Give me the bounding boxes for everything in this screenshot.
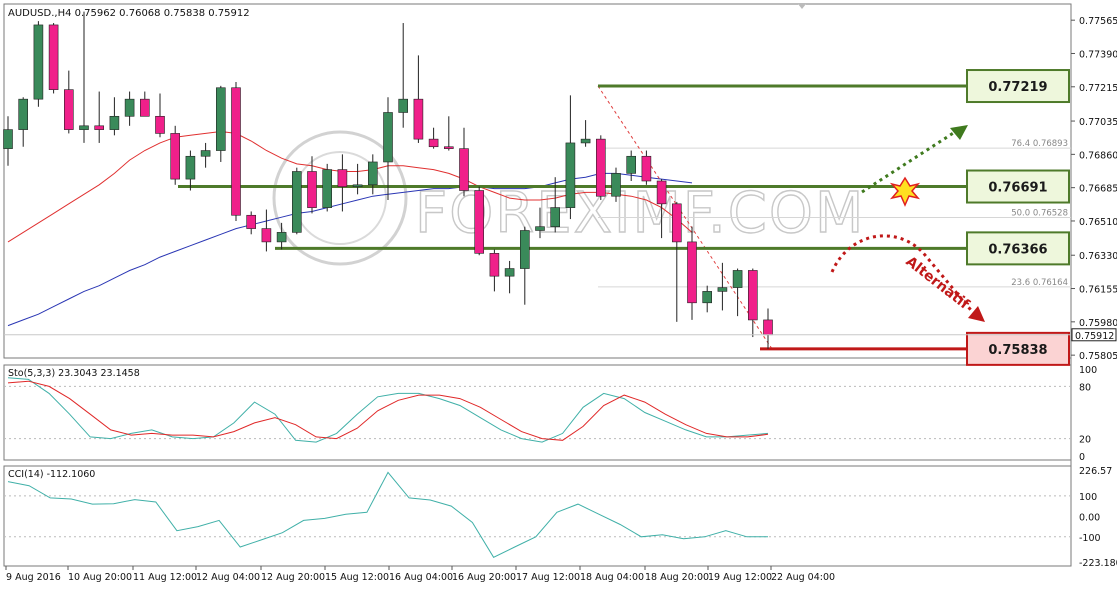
candle-bear [48, 24, 59, 90]
level-label: 0.75838 [988, 343, 1047, 358]
x-tick-label: 12 Aug 04:00 [196, 572, 260, 583]
candle-bear [246, 214, 256, 229]
candle-bull [519, 230, 530, 269]
candle-bull [611, 173, 621, 197]
stochastic-tick-label: 100 [1079, 365, 1097, 376]
cci-label: CCI(14) -112.1060 [8, 469, 95, 480]
candle-bear [474, 190, 485, 254]
cci-tick-label: -100 [1079, 533, 1101, 544]
y-tick-label: 0.77390 [1079, 49, 1117, 60]
x-tick-label: 19 Aug 12:00 [708, 572, 772, 583]
candle-bull [626, 155, 637, 174]
chart-window: FOREXIMF.COM AUDUSD.,H4 0.75962 0.76068 0… [0, 0, 1117, 588]
candle-bear [443, 146, 454, 149]
candle-bull [216, 87, 226, 151]
y-tick-label: 0.77035 [1079, 117, 1117, 128]
level-label: 0.76366 [988, 242, 1047, 257]
y-tick-label: 0.77565 [1079, 16, 1117, 27]
y-tick-label: 0.76330 [1079, 251, 1117, 262]
candle-bear [231, 87, 241, 216]
x-tick-label: 22 Aug 04:00 [771, 572, 835, 583]
candle-bull [504, 268, 515, 277]
candle-bull [367, 161, 378, 186]
stochastic-tick-label: 20 [1079, 435, 1091, 446]
x-tick-label: 16 Aug 20:00 [452, 572, 516, 583]
x-tick-label: 10 Aug 20:00 [68, 572, 132, 583]
candle-bull [79, 125, 89, 130]
cci-tick-label: 226.57 [1079, 466, 1112, 477]
stochastic-label: Sto(5,3,3) 23.3043 23.1458 [8, 368, 140, 379]
candle-bull [3, 129, 13, 149]
candle-bear [459, 148, 469, 191]
x-tick-label: 18 Aug 04:00 [580, 572, 644, 583]
candle-bull [322, 169, 333, 208]
candle-bull [383, 112, 393, 163]
candle-bull [352, 184, 363, 188]
candle-bear [94, 125, 104, 130]
y-tick-label: 0.76510 [1079, 217, 1117, 228]
candle-bull [702, 291, 713, 304]
candle-bull [535, 226, 545, 231]
chart-header: AUDUSD.,H4 0.75962 0.76068 0.75838 0.759… [8, 8, 250, 19]
y-tick-label: 0.75980 [1079, 318, 1117, 329]
candle-bear [656, 180, 667, 205]
current-price-label: 0.75912 [1075, 331, 1114, 342]
x-tick-label: 17 Aug 12:00 [516, 572, 580, 583]
candle-bear [595, 138, 606, 197]
candle-bear [155, 115, 165, 134]
candle-bull [291, 171, 302, 233]
candle-bear [747, 270, 758, 321]
candle-bear [489, 253, 500, 277]
fib-level-label: 50.0 0.76528 [1011, 209, 1068, 219]
candle-bull [276, 232, 287, 243]
stochastic-tick-label: 80 [1079, 382, 1091, 393]
x-tick-label: 11 Aug 12:00 [133, 572, 197, 583]
candle-bear [641, 155, 652, 182]
level-label: 0.77219 [988, 80, 1047, 95]
candle-bear [261, 228, 272, 243]
candle-bear [671, 203, 682, 243]
candle-bear [307, 171, 317, 208]
candle-bear [140, 98, 150, 117]
cci-tick-label: 100 [1079, 492, 1097, 503]
level-label: 0.76691 [988, 181, 1047, 196]
cci-panel [3, 465, 1072, 567]
candle-bull [200, 150, 211, 157]
fib-level-label: 23.6 0.76164 [1011, 278, 1068, 288]
fib-level-label: 76.4 0.76893 [1011, 139, 1068, 149]
chart-canvas[interactable]: FOREXIMF.COMAUDUSD.,H4 0.75962 0.76068 0… [0, 0, 1117, 588]
y-tick-label: 0.75805 [1079, 351, 1117, 362]
candle-bull [398, 98, 409, 113]
candle-bear [763, 319, 773, 336]
x-tick-label: 15 Aug 12:00 [325, 572, 389, 583]
candle-bull [33, 24, 44, 100]
candle-bull [185, 155, 196, 180]
candle-bull [580, 138, 591, 144]
candle-bear [64, 89, 74, 130]
candle-bull [124, 98, 135, 117]
candle-bear [170, 133, 180, 180]
candle-bull [717, 287, 728, 292]
stochastic-panel [3, 364, 1072, 461]
x-tick-label: 9 Aug 2016 [6, 572, 61, 583]
candle-bear [337, 169, 348, 188]
candle-bull [550, 207, 561, 227]
x-tick-label: 18 Aug 20:00 [645, 572, 709, 583]
candle-bull [109, 115, 120, 130]
x-tick-label: 16 Aug 04:00 [389, 572, 453, 583]
candle-bear [687, 241, 697, 304]
x-tick-label: 12 Aug 20:00 [261, 572, 325, 583]
y-tick-label: 0.76685 [1079, 184, 1117, 195]
stochastic-tick-label: 0 [1079, 452, 1085, 463]
cci-tick-label: -223.1805 [1079, 558, 1117, 569]
cci-tick-label: 0.00 [1079, 512, 1100, 523]
y-tick-label: 0.77215 [1079, 83, 1117, 94]
candle-bear [413, 98, 424, 140]
candle-bull [565, 142, 576, 208]
candle-bull [18, 98, 29, 130]
y-tick-label: 0.76860 [1079, 150, 1117, 161]
y-tick-label: 0.76155 [1079, 285, 1117, 296]
candle-bear [428, 138, 439, 148]
candle-bull [732, 270, 743, 288]
